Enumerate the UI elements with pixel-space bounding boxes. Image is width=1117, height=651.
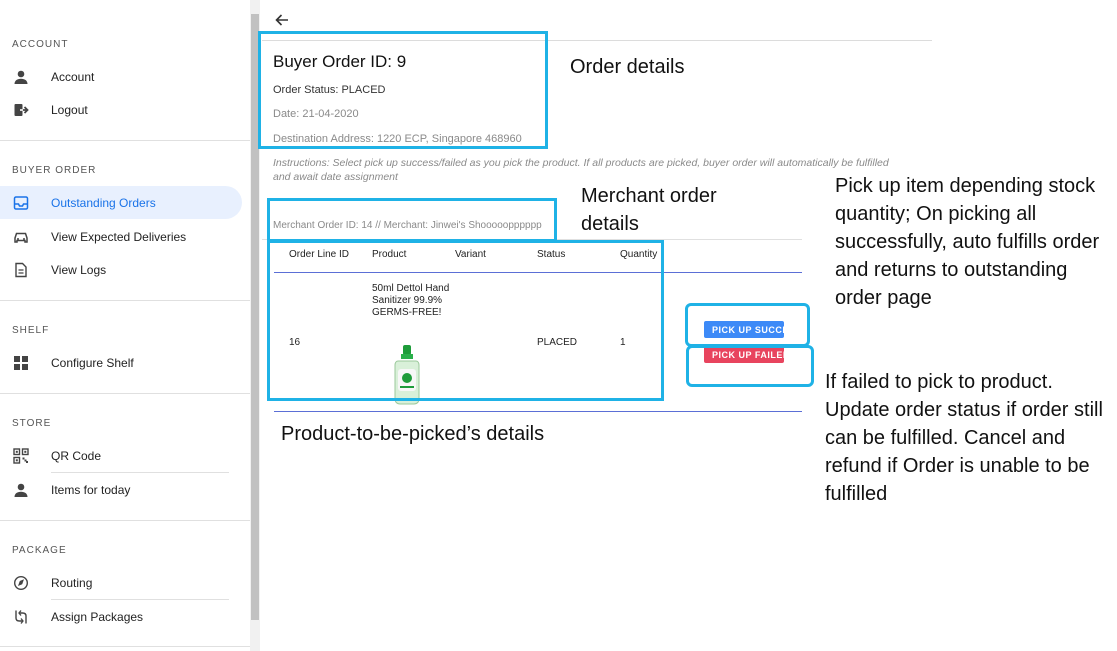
logout-icon <box>13 102 29 118</box>
sidebar-item-view-expected-deliveries[interactable]: View Expected Deliveries <box>0 220 242 253</box>
navigation-icon <box>13 575 29 591</box>
route-icon <box>13 609 29 625</box>
sidebar-item-view-logs[interactable]: View Logs <box>0 253 242 286</box>
instructions-text: Instructions: Select pick up success/fai… <box>273 157 889 183</box>
sidebar-item-label: Outstanding Orders <box>51 195 156 210</box>
inbox-icon <box>13 195 29 211</box>
failed-button-highlight <box>686 345 814 387</box>
sidebar-item-items-for-today[interactable]: Items for today <box>0 473 242 506</box>
qr-code-icon <box>13 447 29 464</box>
sidebar-item-logout[interactable]: Logout <box>0 93 242 126</box>
section-header-store: STORE <box>12 418 52 429</box>
person-icon <box>13 482 29 498</box>
divider <box>0 520 250 521</box>
document-icon <box>13 262 29 278</box>
order-details-highlight <box>258 31 548 149</box>
grid-icon <box>13 355 29 371</box>
section-header-shelf: SHELF <box>12 325 50 336</box>
table-footer-divider <box>274 411 802 412</box>
sidebar-item-label: Items for today <box>51 482 131 497</box>
divider <box>0 393 250 394</box>
sidebar-item-label: QR Code <box>51 448 102 463</box>
sidebar-item-label: Logout <box>51 102 88 117</box>
sidebar-item-label: Assign Packages <box>51 609 144 624</box>
sidebar-item-label: View Logs <box>51 262 107 277</box>
sidebar-item-label: Configure Shelf <box>51 355 134 370</box>
annotation-pick-up-note: Pick up item depending stock quantity; O… <box>835 175 1100 309</box>
sidebar-item-account[interactable]: Account <box>0 60 242 93</box>
sidebar-item-routing[interactable]: Routing <box>0 566 242 599</box>
annotation-product-details: Product-to-be-picked’s details <box>281 423 545 445</box>
merchant-details-highlight <box>267 198 557 242</box>
sidebar-item-configure-shelf[interactable]: Configure Shelf <box>0 346 242 379</box>
divider <box>0 300 250 301</box>
back-arrow-icon[interactable] <box>272 10 292 30</box>
sidebar-item-label: Routing <box>51 575 93 590</box>
person-icon <box>13 69 29 85</box>
sidebar-item-assign-packages[interactable]: Assign Packages <box>0 600 242 633</box>
sidebar-item-label: Account <box>51 69 95 84</box>
success-button-highlight <box>685 303 810 347</box>
sidebar-item-qr-code[interactable]: QR Code <box>0 439 242 472</box>
divider <box>0 646 250 647</box>
sidebar-item-outstanding-orders[interactable]: Outstanding Orders <box>0 186 242 219</box>
sidebar: ACCOUNT Account Logout BUYER ORDER Outst… <box>0 0 250 651</box>
divider <box>0 140 250 141</box>
sidebar-item-label: View Expected Deliveries <box>51 229 187 244</box>
annotation-order-details: Order details <box>570 56 685 78</box>
section-header-package: PACKAGE <box>12 545 67 556</box>
car-icon <box>13 229 29 245</box>
annotation-failed-note: If failed to pick to product. Update ord… <box>825 371 1103 505</box>
section-header-buyer-order: BUYER ORDER <box>12 165 97 176</box>
section-header-account: ACCOUNT <box>12 39 69 50</box>
annotation-merchant-details: Merchant order details <box>581 185 717 235</box>
product-details-highlight <box>267 240 664 401</box>
